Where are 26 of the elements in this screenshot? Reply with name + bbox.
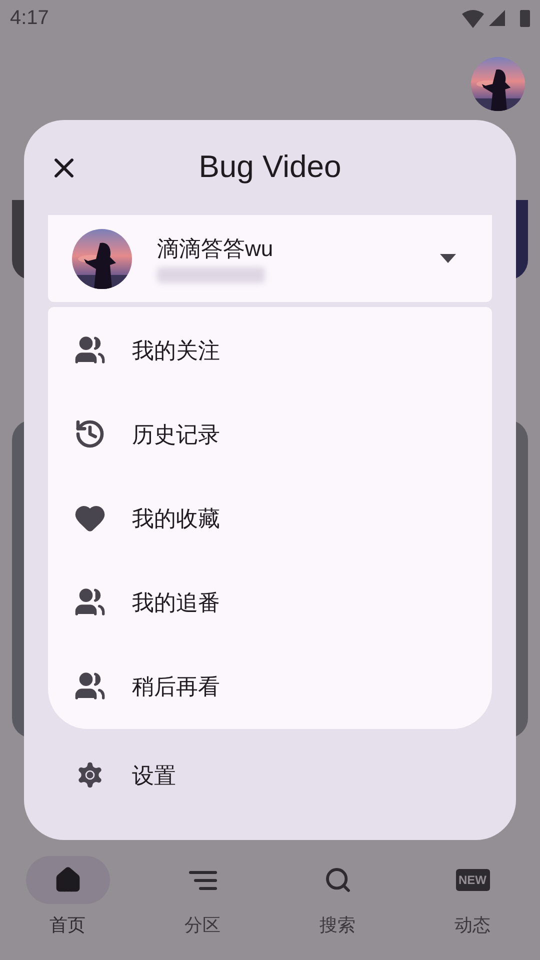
nav-tab[interactable]: 首页 [0, 850, 135, 960]
settings-item[interactable]: 设置 [48, 733, 492, 817]
home-icon [54, 866, 82, 894]
signal-icon [489, 10, 505, 26]
account-name: 滴滴答答wu [157, 234, 274, 262]
status-time: 4:17 [10, 6, 49, 31]
menu-item[interactable]: 我的关注 [48, 308, 492, 392]
account-card[interactable]: 滴滴答答wu [48, 215, 492, 302]
people-icon [74, 670, 106, 702]
people-icon [74, 586, 106, 618]
history-icon [74, 418, 106, 450]
people-icon [74, 334, 106, 366]
caret-icon[interactable] [440, 254, 456, 264]
menu-item[interactable]: 我的追番 [48, 560, 492, 644]
list-icon [188, 870, 216, 890]
dialog-title: Bug Video [198, 148, 342, 186]
new-icon: NEW [456, 869, 490, 891]
menu-item[interactable]: 历史记录 [48, 392, 492, 476]
nav-tab[interactable]: 搜索 [270, 850, 405, 960]
nav-tab[interactable]: 分区 [135, 850, 270, 960]
wifi-icon [462, 8, 484, 28]
battery-icon [520, 9, 530, 27]
nav-tab[interactable]: NEW 动态 [405, 850, 540, 960]
search-icon [324, 866, 352, 894]
menu-item[interactable]: 稍后再看 [48, 644, 492, 728]
menu-item[interactable]: 我的收藏 [48, 476, 492, 560]
